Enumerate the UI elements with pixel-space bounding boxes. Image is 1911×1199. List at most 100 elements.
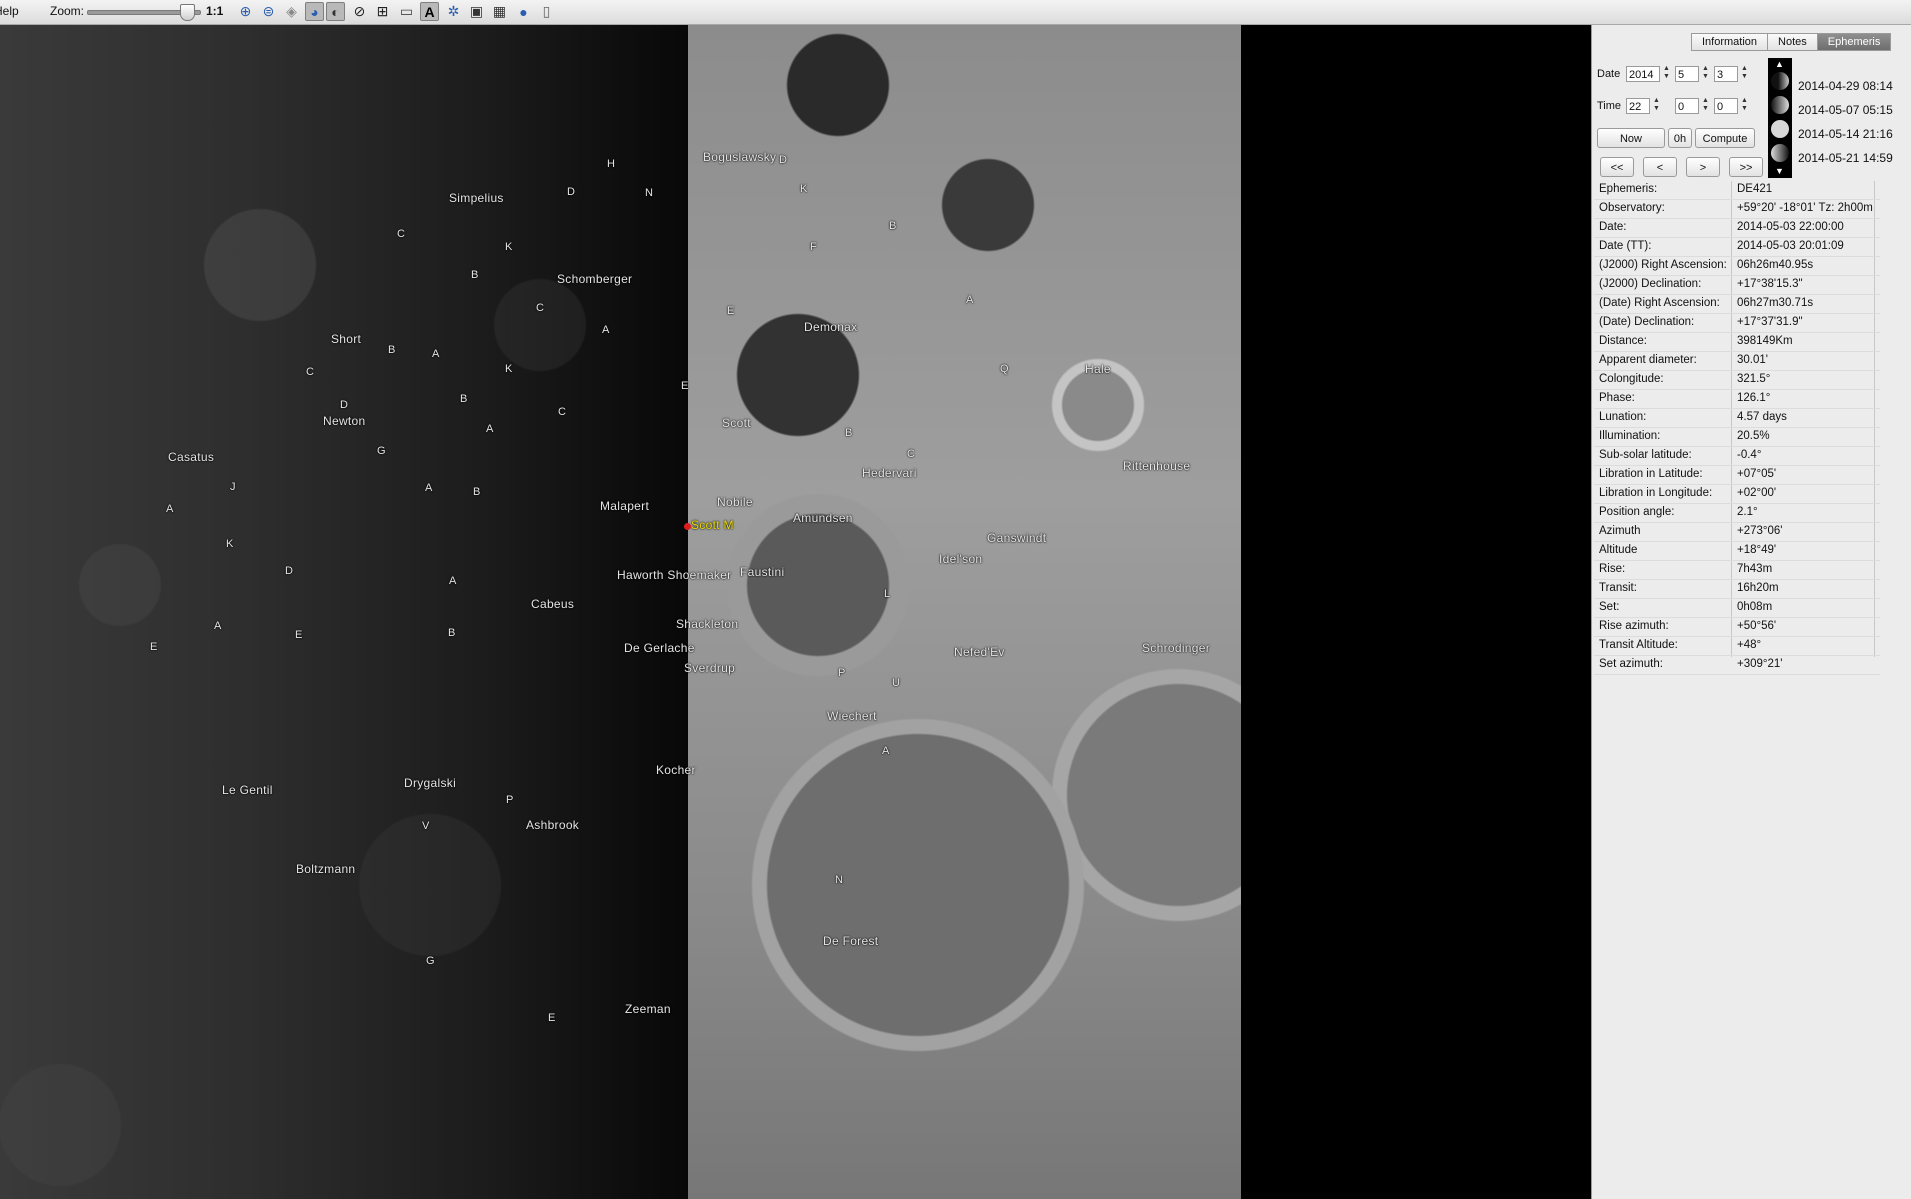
phase-date[interactable]: 2014-05-07 05:15 — [1798, 103, 1893, 117]
crater-letter-label[interactable]: A — [486, 423, 494, 435]
globe-icon[interactable]: ⊕ — [236, 2, 255, 21]
scroll-up-icon[interactable]: ▲ — [1775, 59, 1784, 69]
now-button[interactable]: Now — [1597, 128, 1665, 148]
crater-name-label[interactable]: Hedervari — [862, 466, 917, 480]
crater-letter-label[interactable]: A — [166, 503, 174, 515]
crater-letter-label[interactable]: P — [838, 667, 846, 679]
crater-letter-label[interactable]: K — [226, 538, 234, 550]
crater-letter-label[interactable]: D — [567, 186, 575, 198]
crater-letter-label[interactable]: C — [536, 302, 544, 314]
crater-letter-label[interactable]: A — [432, 348, 440, 360]
crater-name-label[interactable]: Zeeman — [625, 1002, 671, 1016]
crater-letter-label[interactable]: V — [422, 820, 430, 832]
moon-view-icon[interactable]: ◕ — [305, 2, 324, 21]
phase-date[interactable]: 2014-05-14 21:16 — [1798, 127, 1893, 141]
time-second-stepper[interactable]: ▲ ▼ — [1739, 97, 1750, 115]
date-year-field[interactable]: 2014 — [1626, 66, 1660, 82]
crater-name-label[interactable]: Sverdrup — [684, 661, 735, 675]
phase-icon[interactable]: ◐ — [326, 2, 345, 21]
calendar-icon[interactable]: ▦ — [490, 2, 509, 21]
crater-name-label[interactable]: Boguslawsky — [703, 150, 776, 164]
date-month-stepper[interactable]: ▲ ▼ — [1700, 65, 1711, 83]
crater-letter-label[interactable]: E — [150, 641, 158, 653]
crater-letter-label[interactable]: E — [727, 305, 735, 317]
crater-name-label[interactable]: Scott — [722, 416, 751, 430]
crater-name-label[interactable]: Wiechert — [827, 709, 877, 723]
crater-letter-label[interactable]: B — [388, 344, 396, 356]
crater-letter-label[interactable]: H — [607, 158, 615, 170]
grid-icon[interactable]: ⊞ — [373, 2, 392, 21]
crater-letter-label[interactable]: G — [426, 955, 435, 967]
phase-date[interactable]: 2014-05-21 14:59 — [1798, 151, 1893, 165]
crater-letter-label[interactable]: E — [295, 629, 303, 641]
time-minute-field[interactable]: 0 — [1675, 98, 1699, 114]
crater-letter-label[interactable]: C — [558, 406, 566, 418]
crater-letter-label[interactable]: E — [548, 1012, 556, 1024]
time-second-field[interactable]: 0 — [1714, 98, 1738, 114]
crater-letter-label[interactable]: A — [602, 324, 610, 336]
forward-button[interactable]: > — [1686, 157, 1720, 177]
center-icon[interactable]: ⊜ — [259, 2, 278, 21]
crater-letter-label[interactable]: U — [892, 677, 900, 689]
crater-name-label[interactable]: Kocher — [656, 763, 696, 777]
ruler-icon[interactable]: ▭ — [397, 2, 416, 21]
crater-letter-label[interactable]: B — [448, 627, 456, 639]
crater-name-label[interactable]: Ganswindt — [987, 531, 1046, 545]
crater-name-label[interactable]: Simpelius — [449, 191, 504, 205]
tab-information[interactable]: Information — [1691, 33, 1769, 51]
back-button[interactable]: < — [1643, 157, 1677, 177]
crater-name-label[interactable]: Demonax — [804, 320, 857, 334]
crater-letter-label[interactable]: C — [306, 366, 314, 378]
phase-list[interactable]: ▲ ▼ — [1768, 58, 1792, 178]
crater-name-label[interactable]: Short — [331, 332, 361, 346]
help-menu[interactable]: Help — [0, 4, 19, 18]
crater-name-label[interactable]: Malapert — [600, 499, 649, 513]
crater-name-label[interactable]: De Forest — [823, 934, 878, 948]
time-hour-field[interactable]: 22 — [1626, 98, 1650, 114]
crater-letter-label[interactable]: A — [425, 482, 433, 494]
compute-button[interactable]: Compute — [1695, 128, 1755, 148]
crater-letter-label[interactable]: J — [230, 481, 236, 493]
crater-name-label[interactable]: Schrodinger — [1142, 641, 1210, 655]
date-day-stepper[interactable]: ▲ ▼ — [1739, 65, 1750, 83]
scroll-down-icon[interactable]: ▼ — [1775, 166, 1784, 176]
label-icon[interactable]: A — [420, 2, 439, 21]
crater-letter-label[interactable]: N — [835, 874, 843, 886]
crater-letter-label[interactable]: G — [377, 445, 386, 457]
tab-notes[interactable]: Notes — [1767, 33, 1818, 51]
crater-name-label[interactable]: Nefed'Ev — [954, 645, 1005, 659]
zoom-slider-handle[interactable] — [180, 4, 196, 21]
phase-date[interactable]: 2014-04-29 08:14 — [1798, 79, 1893, 93]
time-hour-stepper[interactable]: ▲ ▼ — [1651, 97, 1662, 115]
crater-letter-label[interactable]: L — [884, 588, 890, 600]
crater-letter-label[interactable]: A — [214, 620, 222, 632]
moon-map[interactable]: Scott M H Boguslawsky D N D Simpelius K B C K F B Sc… — [0, 25, 1590, 1199]
crater-name-label[interactable]: Haworth Shoemaker — [617, 568, 731, 582]
crater-letter-label[interactable]: D — [779, 154, 787, 166]
crater-letter-label[interactable]: N — [645, 187, 653, 199]
crater-letter-label[interactable]: A — [882, 745, 890, 757]
back-fast-button[interactable]: << — [1600, 157, 1634, 177]
crater-name-label[interactable]: Cabeus — [531, 597, 574, 611]
crater-name-label[interactable]: Nobile — [717, 495, 753, 509]
date-month-field[interactable]: 5 — [1675, 66, 1699, 82]
date-year-stepper[interactable]: ▲ ▼ — [1661, 65, 1672, 83]
crater-letter-label[interactable]: B — [473, 486, 481, 498]
time-minute-stepper[interactable]: ▲ ▼ — [1700, 97, 1711, 115]
rotate-icon[interactable]: ⊘ — [350, 2, 369, 21]
crater-letter-label[interactable]: C — [907, 448, 915, 460]
crater-name-label[interactable]: Amundsen — [793, 511, 853, 525]
crater-letter-label[interactable]: D — [340, 399, 348, 411]
crater-letter-label[interactable]: A — [966, 294, 974, 306]
crater-letter-label[interactable]: P — [506, 794, 514, 806]
crater-letter-label[interactable]: K — [505, 241, 513, 253]
document-icon[interactable]: ▯ — [537, 2, 556, 21]
crater-letter-label[interactable]: A — [449, 575, 457, 587]
crater-letter-label[interactable]: E — [681, 380, 689, 392]
crater-name-label[interactable]: Schomberger — [557, 272, 632, 286]
forward-fast-button[interactable]: >> — [1729, 157, 1763, 177]
zero-hour-button[interactable]: 0h — [1668, 128, 1692, 148]
crater-name-label[interactable]: Casatus — [168, 450, 214, 464]
crater-name-label[interactable]: Ashbrook — [526, 818, 579, 832]
crater-name-label[interactable]: De Gerlache — [624, 641, 695, 655]
